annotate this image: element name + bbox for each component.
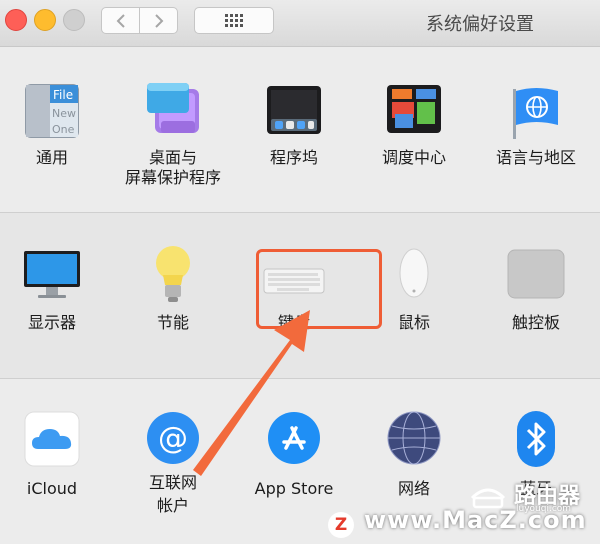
site-watermark: Z www.MacZ.com <box>320 506 600 542</box>
pointer-arrow-annotation <box>193 310 310 476</box>
watermark-text: www.MacZ.com <box>364 506 587 534</box>
watermark-logo: Z <box>328 512 354 538</box>
